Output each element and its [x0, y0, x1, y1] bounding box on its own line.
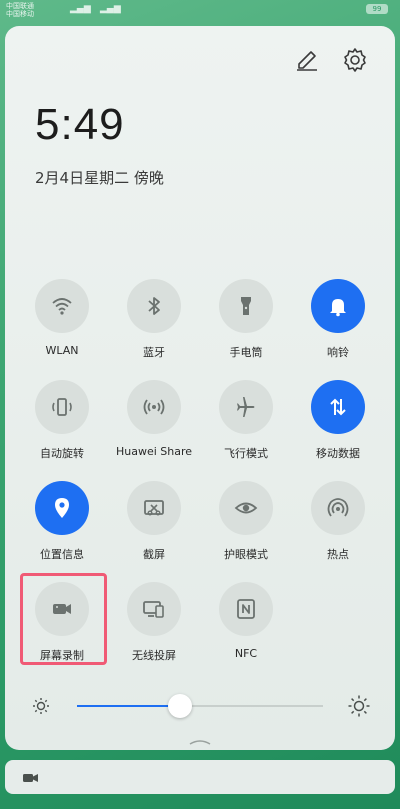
tile-hotspot[interactable]: 热点 — [292, 481, 384, 562]
location-icon[interactable] — [35, 481, 89, 535]
nfc-icon[interactable] — [219, 582, 273, 636]
tile-eye-comfort[interactable]: 护眼模式 — [200, 481, 292, 562]
mobile-data-icon[interactable] — [311, 380, 365, 434]
flashlight-icon[interactable] — [219, 279, 273, 333]
wifi-icon[interactable] — [35, 279, 89, 333]
control-panel: 5:49 2月4日星期二 傍晚 WLAN 蓝牙 手电筒 响铃 自动旋转 Huaw… — [5, 26, 395, 750]
edit-icon[interactable] — [291, 44, 323, 76]
tile-wlan[interactable]: WLAN — [16, 279, 108, 357]
tile-label: 蓝牙 — [143, 346, 165, 359]
tile-auto-rotate[interactable]: 自动旋转 — [16, 380, 108, 461]
tile-wireless-projection[interactable]: 无线投屏 — [108, 582, 200, 663]
hotspot-icon[interactable] — [311, 481, 365, 535]
tile-label: 响铃 — [327, 346, 349, 359]
airplane-icon[interactable] — [219, 380, 273, 434]
tile-label: 移动数据 — [316, 447, 360, 460]
tile-label: WLAN — [45, 344, 79, 357]
tile-label: 手电筒 — [229, 346, 263, 359]
tile-label: 位置信息 — [40, 548, 84, 561]
brightness-low-icon — [31, 696, 51, 716]
notification-card[interactable] — [5, 760, 395, 794]
clock-time: 5:49 — [35, 100, 125, 149]
bluetooth-icon[interactable] — [127, 279, 181, 333]
wireless-projection-icon[interactable] — [127, 582, 181, 636]
tile-label: 无线投屏 — [132, 649, 176, 662]
tile-ring[interactable]: 响铃 — [292, 279, 384, 360]
screenshot-icon[interactable] — [127, 481, 181, 535]
tile-bluetooth[interactable]: 蓝牙 — [108, 279, 200, 360]
huawei-share-icon[interactable] — [127, 380, 181, 434]
brightness-fill — [77, 705, 181, 707]
tile-nfc[interactable]: NFC — [200, 582, 292, 660]
brightness-high-icon — [347, 694, 371, 718]
signal-icon-2: ▂▄▆ — [100, 4, 121, 14]
tile-label: 护眼模式 — [224, 548, 268, 561]
tile-label: NFC — [234, 647, 258, 660]
tile-location[interactable]: 位置信息 — [16, 481, 108, 562]
tile-huawei-share[interactable]: Huawei Share — [108, 380, 200, 458]
bell-icon[interactable] — [311, 279, 365, 333]
brightness-track[interactable] — [77, 705, 323, 707]
screen-record-highlight — [20, 573, 107, 665]
gear-icon[interactable] — [339, 44, 371, 76]
carrier-2: 中国移动 — [6, 10, 34, 18]
battery-indicator: 99 — [366, 4, 388, 14]
brightness-slider[interactable] — [5, 691, 395, 721]
eye-comfort-icon[interactable] — [219, 481, 273, 535]
signal-icon: ▂▄▆ — [70, 4, 91, 14]
tile-airplane[interactable]: 飞行模式 — [200, 380, 292, 461]
auto-rotate-icon[interactable] — [35, 380, 89, 434]
clock-date: 2月4日星期二 傍晚 — [35, 169, 164, 187]
tile-label: 飞行模式 — [224, 447, 268, 460]
tile-label: 自动旋转 — [40, 447, 84, 460]
tile-label: 截屏 — [143, 548, 165, 561]
tile-label: Huawei Share — [115, 445, 193, 458]
carrier-1: 中国联通 — [6, 2, 34, 10]
screen-record-notification-icon — [23, 770, 39, 784]
tile-screenshot[interactable]: 截屏 — [108, 481, 200, 562]
chevron-up-icon[interactable] — [188, 731, 212, 745]
tile-mobile-data[interactable]: 移动数据 — [292, 380, 384, 461]
tile-flashlight[interactable]: 手电筒 — [200, 279, 292, 360]
brightness-thumb[interactable] — [168, 694, 193, 718]
carrier-info: 中国联通 中国移动 — [6, 2, 34, 18]
status-bar: 中国联通 中国移动 ▂▄▆ ▂▄▆ 99 — [0, 0, 400, 22]
tile-label: 热点 — [327, 548, 349, 561]
